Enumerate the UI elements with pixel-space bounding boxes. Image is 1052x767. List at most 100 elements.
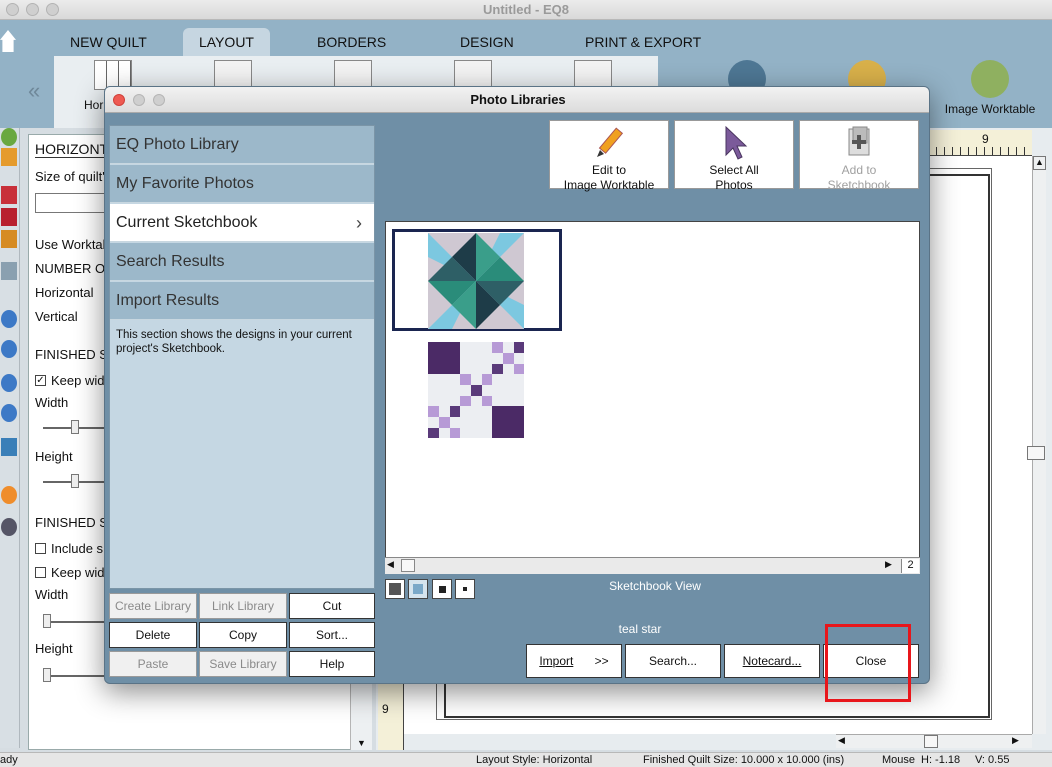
- window-zoom-button[interactable]: [46, 3, 59, 16]
- delete-button[interactable]: Delete: [109, 622, 197, 648]
- status-mouse-v: V: 0.55: [975, 754, 1010, 766]
- purple-nine-patch-block-image[interactable]: [428, 342, 524, 438]
- sashing-width-slider-handle[interactable]: [43, 614, 51, 628]
- library-item-search-results[interactable]: Search Results: [110, 243, 374, 281]
- library-item-current-sketchbook[interactable]: Current Sketchbook ›: [110, 204, 374, 242]
- use-worktable-label: Use Worktab: [35, 237, 110, 252]
- photo-grid: [385, 221, 920, 574]
- help-button[interactable]: Help: [289, 651, 375, 677]
- canvas-horizontal-scrollbar[interactable]: ◀ ▶: [836, 734, 1032, 748]
- grid-scroll-left-icon[interactable]: ◀: [387, 559, 394, 570]
- image-worktable-label: Image Worktable: [563, 178, 655, 192]
- left-ruler-tick-label: 9: [382, 702, 389, 716]
- view-large-button[interactable]: [408, 579, 428, 599]
- tab-new-quilt[interactable]: NEW QUILT: [70, 28, 147, 56]
- view-medium-icon: [439, 586, 446, 593]
- dialog-title-bar: Photo Libraries: [105, 87, 929, 113]
- truck-icon[interactable]: [1, 208, 17, 226]
- zoom-in-icon[interactable]: [1, 310, 17, 328]
- help-icon[interactable]: [1, 486, 17, 504]
- tab-layout[interactable]: LAYOUT: [183, 28, 270, 56]
- save-library-button[interactable]: Save Library: [199, 651, 287, 677]
- height-slider-handle[interactable]: [71, 474, 79, 488]
- add-icon[interactable]: [1, 128, 17, 146]
- library-item-eq-photo[interactable]: EQ Photo Library: [110, 126, 374, 164]
- include-sashing-checkbox[interactable]: [35, 543, 46, 554]
- zoom-out-icon[interactable]: [1, 340, 17, 358]
- scroll-left-icon[interactable]: ◀: [838, 735, 845, 746]
- gear-icon[interactable]: [1, 518, 17, 536]
- close-button-highlight: [825, 624, 911, 702]
- import-button[interactable]: Import >>: [526, 644, 622, 678]
- import-arrows: >>: [594, 654, 609, 668]
- sashing-height-slider-handle[interactable]: [43, 668, 51, 682]
- create-library-button[interactable]: Create Library: [109, 593, 197, 619]
- select-all-label: Select All: [709, 163, 759, 177]
- grid-horizontal-scrollbar[interactable]: ◀ ▶ 2: [385, 557, 920, 574]
- notecard-button[interactable]: Notecard...: [724, 644, 820, 678]
- vertical-scroll-thumb[interactable]: [1027, 446, 1045, 460]
- add-to-label: Add to: [841, 163, 877, 177]
- edit-to-image-worktable-button[interactable]: Edit to Image Worktable: [549, 120, 669, 192]
- scroll-down-icon[interactable]: ▼: [357, 738, 366, 748]
- cut-button[interactable]: Cut: [289, 593, 375, 619]
- library-description: This section shows the designs in your c…: [116, 329, 352, 355]
- ruler-tick-label: 9: [982, 132, 989, 146]
- home-icon[interactable]: [0, 30, 16, 52]
- canvas-vertical-scrollbar[interactable]: ▲: [1027, 156, 1046, 734]
- ribbon-tabs: NEW QUILT LAYOUT BORDERS DESIGN PRINT & …: [0, 20, 1052, 56]
- keep-width-checkbox[interactable]: ✓: [35, 375, 46, 386]
- chevron-left-icon[interactable]: «: [28, 78, 40, 104]
- status-mouse-label: Mouse: [882, 754, 916, 766]
- grid-icon[interactable]: [1, 438, 17, 456]
- zoom-actual-icon[interactable]: [1, 404, 17, 422]
- dialog-minimize-icon[interactable]: [133, 94, 145, 106]
- search-button[interactable]: Search...: [625, 644, 721, 678]
- library-item-label: Current Sketchbook: [116, 214, 258, 231]
- ruler-icon[interactable]: [1, 230, 17, 248]
- add-to-sketchbook-button[interactable]: Add to Sketchbook: [799, 120, 919, 192]
- size-of-quilt-select[interactable]: [35, 193, 115, 213]
- link-library-button[interactable]: Link Library: [199, 593, 287, 619]
- select-all-photos-button[interactable]: Select All Photos: [674, 120, 794, 192]
- chevron-right-icon: ›: [356, 213, 362, 233]
- view-small-button[interactable]: [455, 579, 475, 599]
- zoom-fit-icon[interactable]: [1, 374, 17, 392]
- tab-borders[interactable]: BORDERS: [317, 28, 386, 56]
- grid-scroll-thumb[interactable]: [401, 559, 415, 572]
- view-medium-button[interactable]: [432, 579, 452, 599]
- dialog-close-icon[interactable]: [113, 94, 125, 106]
- tab-print-export[interactable]: PRINT & EXPORT: [585, 28, 701, 56]
- status-mouse-h: H: -1.18: [921, 754, 961, 766]
- tab-design[interactable]: DESIGN: [460, 28, 514, 56]
- library-icon[interactable]: [1, 186, 17, 204]
- copy-button[interactable]: Copy: [199, 622, 287, 648]
- keep-width-sashing-label: Keep wid: [51, 565, 105, 580]
- undo-icon[interactable]: [1, 262, 17, 280]
- horizontal-scroll-thumb[interactable]: [924, 735, 938, 748]
- dialog-zoom-icon[interactable]: [153, 94, 165, 106]
- view-small-icon: [463, 587, 467, 591]
- library-item-favorites[interactable]: My Favorite Photos: [110, 165, 374, 203]
- image-worktable-button[interactable]: Image Worktable: [940, 60, 1040, 116]
- scroll-up-icon[interactable]: ▲: [1033, 156, 1046, 170]
- grid-scroll-right-icon[interactable]: ▶: [885, 559, 892, 570]
- width-slider-handle[interactable]: [71, 420, 79, 434]
- paste-button[interactable]: Paste: [109, 651, 197, 677]
- selected-photo-name: teal star: [618, 622, 662, 636]
- scroll-right-icon[interactable]: ▶: [1012, 735, 1019, 746]
- view-xlarge-button[interactable]: [385, 579, 405, 599]
- keep-width-label: Keep wid: [51, 373, 105, 388]
- sketchbook-icon[interactable]: [1, 148, 17, 166]
- vertical-label: Vertical: [35, 309, 78, 324]
- photos-label: Photos: [715, 178, 753, 192]
- sort-button[interactable]: Sort...: [289, 622, 375, 648]
- keep-width-sashing-checkbox[interactable]: [35, 567, 46, 578]
- sketchbook-label: Sketchbook: [827, 178, 891, 192]
- teal-star-block-image[interactable]: [428, 233, 524, 329]
- grid-page-number: 2: [901, 559, 919, 573]
- window-close-button[interactable]: [6, 3, 19, 16]
- window-minimize-button[interactable]: [26, 3, 39, 16]
- photo-libraries-dialog: Photo Libraries EQ Photo Library My Favo…: [104, 86, 930, 684]
- library-item-import-results[interactable]: Import Results: [110, 282, 374, 320]
